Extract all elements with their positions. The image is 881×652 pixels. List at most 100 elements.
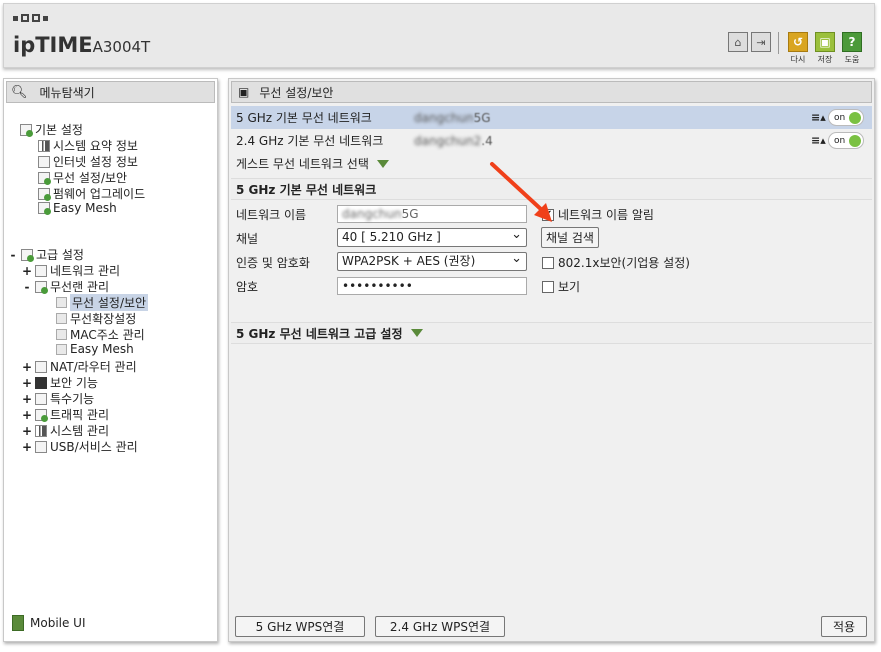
collapse-icon: - — [24, 279, 30, 294]
tree-advanced-settings[interactable]: - 고급 설정 — [8, 246, 84, 263]
network-toggle-24g[interactable]: on — [828, 132, 864, 149]
checkbox-checked[interactable]: ✔ — [542, 208, 554, 221]
page-title: 무선 설정/보안 — [259, 85, 334, 100]
tree-security[interactable]: + 보안 기능 — [22, 374, 98, 391]
save-label: 저장 — [817, 55, 833, 64]
mobile-ui-link[interactable]: Mobile UI — [12, 615, 86, 631]
tree-nat-router[interactable]: + NAT/라우터 관리 — [22, 358, 137, 375]
mesh-icon — [38, 202, 51, 215]
password-input[interactable]: •••••••••• — [337, 277, 527, 295]
upgrade-icon — [38, 187, 51, 201]
wps-5g-button[interactable]: 5 GHz WPS연결 — [235, 616, 365, 637]
dropdown-triangle-icon — [410, 329, 423, 337]
wifi-icon — [35, 280, 48, 294]
page-icon — [56, 343, 67, 355]
main-panel: ▣ 무선 설정/보안 5 GHz 기본 무선 네트워크 dangchun5G ≡▴… — [228, 78, 875, 642]
dot1x-checkbox[interactable]: 802.1x보안(기업용 설정) — [542, 254, 690, 271]
expand-icon: + — [22, 391, 33, 406]
page-icon — [56, 313, 67, 324]
tree-wireless-mgmt[interactable]: - 무선랜 관리 — [22, 278, 110, 295]
form-row-password: 암호 •••••••••• 보기 — [231, 274, 872, 297]
tree-item-label: 무선 설정/보안 — [53, 171, 128, 185]
form-row-ssid: 네트워크 이름 dangchun5G ✔ 네트워크 이름 알림 — [231, 202, 872, 225]
network-row-24g[interactable]: 2.4 GHz 기본 무선 네트워크 dangchun2.4 ≡▴ on — [231, 129, 872, 152]
menu-explorer-header: 🔍︎ 메뉴탐색기 — [6, 81, 215, 103]
channel-label: 채널 — [236, 232, 259, 246]
network-row-5g[interactable]: 5 GHz 기본 무선 네트워크 dangchun5G ≡▴ on — [231, 106, 872, 129]
tree-network-mgmt[interactable]: + 네트워크 관리 — [22, 262, 120, 279]
section-advanced-5g[interactable]: 5 GHz 무선 네트워크 고급 설정 — [231, 322, 872, 344]
tree-item-label: 펌웨어 업그레이드 — [53, 187, 146, 201]
dot1x-label: 802.1x보안(기업용 설정) — [558, 256, 690, 270]
header-divider — [778, 32, 779, 54]
tree-basic-label: 기본 설정 — [35, 123, 83, 137]
tree-item-easymesh-basic[interactable]: Easy Mesh — [38, 201, 117, 215]
tree-wireless-security[interactable]: 무선 설정/보안 — [56, 294, 149, 311]
broadcast-checkbox[interactable]: ✔ 네트워크 이름 알림 — [542, 206, 654, 223]
collapse-icon: - — [10, 247, 16, 262]
tree-item-label: Easy Mesh — [53, 201, 117, 215]
router-icon — [35, 360, 47, 373]
expand-icon: + — [22, 375, 33, 390]
tree-item-system-summary[interactable]: 시스템 요약 정보 — [38, 137, 138, 154]
model-name: A3004T — [92, 38, 151, 56]
expand-icon: + — [22, 359, 33, 374]
tree-item-label-selected: 무선 설정/보안 — [70, 294, 149, 311]
network-ssid: dangchun2.4 — [414, 133, 493, 148]
tree-system[interactable]: + 시스템 관리 — [22, 422, 109, 439]
redo-label: 다시 — [790, 55, 806, 64]
folder-icon — [20, 123, 33, 137]
tree-item-label: MAC주소 관리 — [70, 328, 145, 342]
expand-icon: + — [22, 423, 33, 438]
main-header: ▣ 무선 설정/보안 — [231, 81, 872, 103]
tree-usb[interactable]: + USB/서비스 관리 — [22, 438, 138, 455]
help-label: 도움 — [844, 55, 860, 64]
tree-item-internet-info[interactable]: 인터넷 설정 정보 — [38, 153, 138, 170]
tree-special[interactable]: + 특수기능 — [22, 390, 94, 407]
tree-basic-settings[interactable]: 기본 설정 — [20, 121, 83, 138]
tree-item-firmware[interactable]: 펌웨어 업그레이드 — [38, 185, 145, 202]
chart-icon — [38, 139, 50, 152]
tree-item-label: 무선확장설정 — [70, 312, 137, 326]
network-label: 2.4 GHz 기본 무선 네트워크 — [236, 134, 384, 148]
help-button[interactable]: ? 도움 — [840, 32, 864, 65]
tree-item-label: 시스템 요약 정보 — [53, 139, 138, 153]
tree-easymesh-adv[interactable]: Easy Mesh — [56, 342, 134, 356]
ssid-input[interactable]: dangchun5G — [337, 205, 527, 223]
network-toggle-5g[interactable]: on — [828, 109, 864, 126]
section-title-5g: 5 GHz 기본 무선 네트워크 — [231, 178, 872, 200]
page-icon — [56, 329, 67, 340]
auth-select[interactable]: WPA2PSK + AES (권장) — [337, 250, 527, 271]
tree-item-label: 네트워크 관리 — [50, 264, 121, 278]
tree-item-wireless-basic[interactable]: 무선 설정/보안 — [38, 169, 127, 186]
channel-search-button[interactable]: 채널 검색 — [541, 227, 599, 248]
broadcast-label: 네트워크 이름 알림 — [558, 208, 654, 222]
wps-24g-button[interactable]: 2.4 GHz WPS연결 — [375, 616, 505, 637]
checkbox-unchecked[interactable] — [542, 280, 554, 293]
tree-item-label: 특수기능 — [50, 392, 95, 406]
apply-button[interactable]: 적용 — [821, 616, 867, 637]
dropdown-triangle-icon — [376, 159, 389, 168]
redo-button[interactable]: ↺ 다시 — [786, 32, 810, 65]
tree-item-label: 트래픽 관리 — [50, 408, 110, 422]
save-button[interactable]: ▣ 저장 — [813, 32, 837, 65]
tree-wireless-extend[interactable]: 무선확장설정 — [56, 310, 136, 327]
tree-item-label: USB/서비스 관리 — [50, 440, 138, 454]
monitor-icon — [38, 155, 50, 168]
menu-explorer-title: 메뉴탐색기 — [39, 85, 95, 100]
tree-mac-mgmt[interactable]: MAC주소 관리 — [56, 326, 145, 343]
checkbox-unchecked[interactable] — [542, 256, 554, 269]
wifi-icon — [38, 171, 51, 185]
expand-icon: + — [22, 439, 33, 454]
channel-select[interactable]: 40 [ 5.210 GHz ] — [337, 226, 527, 247]
show-password-checkbox[interactable]: 보기 — [542, 278, 580, 295]
guest-network-label: 게스트 무선 네트워크 선택 — [236, 157, 369, 171]
auth-label: 인증 및 암호화 — [236, 256, 310, 270]
lock-icon — [35, 376, 47, 389]
tree-item-label: 인터넷 설정 정보 — [53, 155, 138, 169]
guest-network-select[interactable]: 게스트 무선 네트워크 선택 — [231, 152, 872, 175]
home-icon[interactable]: ⌂ — [728, 32, 748, 52]
logout-icon[interactable]: ⇥ — [751, 32, 771, 52]
folder-icon — [21, 248, 34, 262]
tree-traffic[interactable]: + 트래픽 관리 — [22, 406, 109, 423]
